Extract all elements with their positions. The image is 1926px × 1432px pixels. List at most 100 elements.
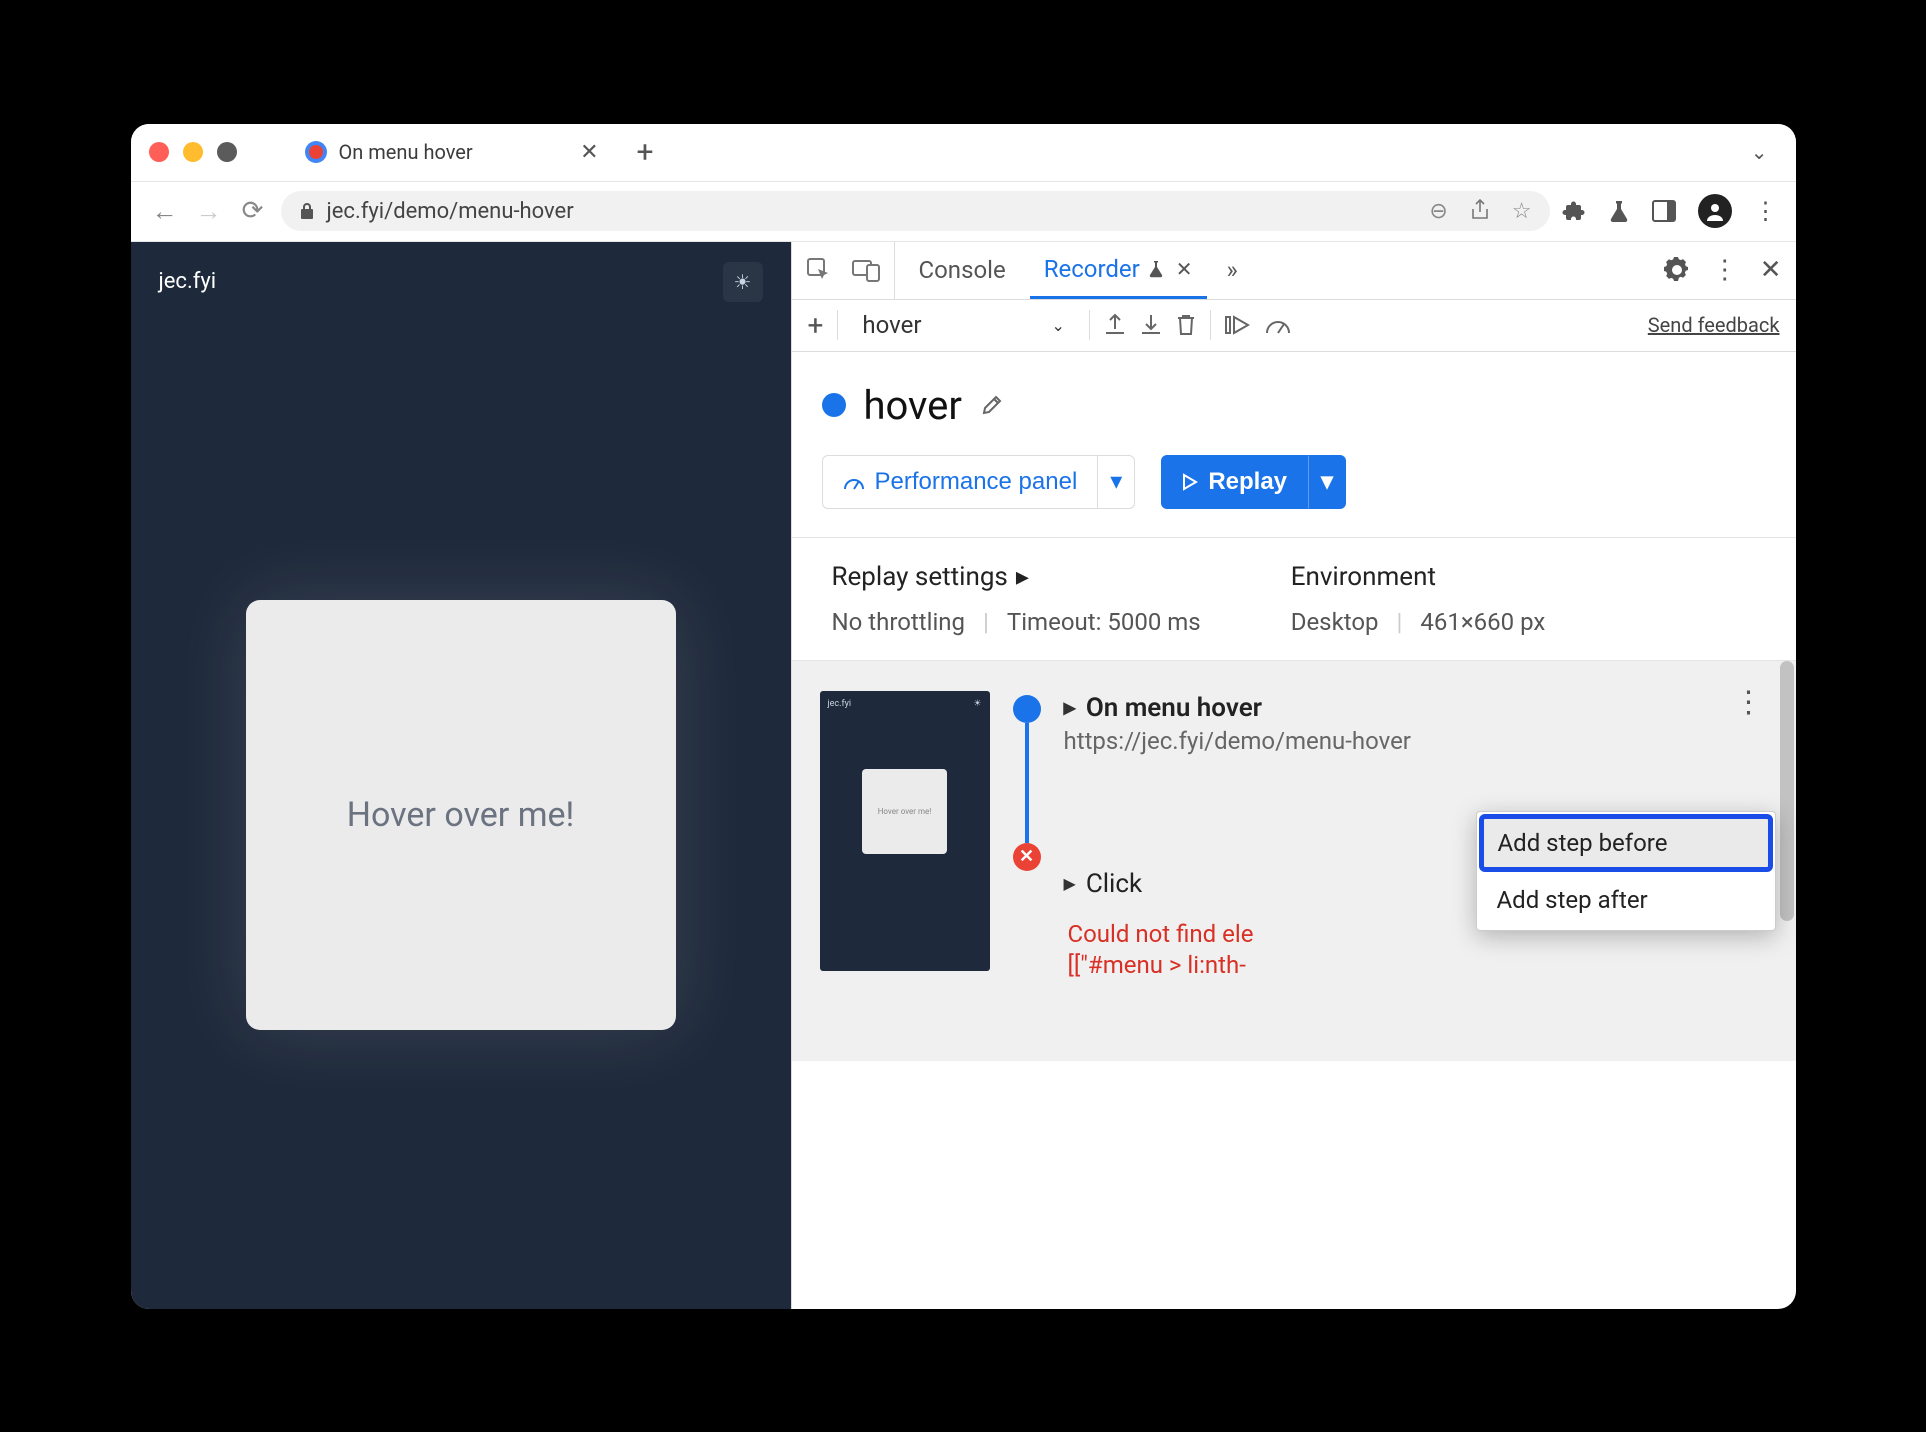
environment-values: Desktop | 461×660 px	[1291, 608, 1546, 636]
extensions-icon[interactable]	[1562, 199, 1586, 223]
labs-icon[interactable]	[1608, 199, 1630, 223]
replay-button-group: Replay ▾	[1161, 455, 1346, 509]
recording-status-dot	[822, 393, 846, 417]
slow-icon[interactable]	[1265, 315, 1291, 335]
browser-tab[interactable]: On menu hover ✕	[287, 130, 617, 174]
replay-settings-heading[interactable]: Replay settings ▸	[832, 562, 1201, 592]
tab-strip: On menu hover ✕ + ⌄	[131, 124, 1796, 182]
step-1: jec.fyi ☀ Hover over me! ✕	[792, 681, 1796, 991]
performance-panel-button[interactable]: Performance panel	[822, 455, 1099, 509]
replay-label: Replay	[1208, 468, 1287, 496]
minimize-window-icon[interactable]	[183, 142, 203, 162]
back-button[interactable]: ←	[149, 196, 181, 227]
theme-toggle-button[interactable]: ☀	[723, 262, 763, 302]
timeline: ✕	[1012, 691, 1042, 871]
throttling-value: No throttling	[832, 608, 966, 636]
profile-avatar[interactable]	[1698, 194, 1732, 228]
play-icon	[1182, 473, 1198, 491]
replay-dropdown[interactable]: ▾	[1308, 455, 1346, 509]
recorder-toolbar: + hover ⌄	[792, 300, 1796, 352]
action-buttons: Performance panel ▾ Replay ▾	[792, 455, 1796, 537]
recording-title-row: hover	[792, 352, 1796, 455]
error-line-1: Could not find ele	[1068, 920, 1254, 948]
timeline-dot	[1013, 695, 1041, 723]
more-tabs-icon[interactable]: »	[1217, 256, 1238, 284]
close-tab-icon[interactable]: ✕	[580, 140, 598, 165]
reload-button[interactable]: ⟳	[237, 196, 269, 226]
tabs-overflow-icon[interactable]: ⌄	[1751, 140, 1778, 164]
tab-recorder-label: Recorder	[1044, 255, 1140, 283]
thumb-card: Hover over me!	[862, 769, 947, 854]
performance-dropdown[interactable]: ▾	[1098, 455, 1135, 509]
close-window-icon[interactable]	[149, 142, 169, 162]
browser-toolbar-icons: ⋮	[1562, 194, 1778, 228]
step-2-title: Click	[1086, 869, 1142, 899]
step-1-title-row[interactable]: ▶ On menu hover	[1064, 693, 1730, 723]
url-text: jec.fyi/demo/menu-hover	[327, 199, 574, 224]
inspect-icon[interactable]	[806, 257, 832, 283]
step-thumbnail: jec.fyi ☀ Hover over me!	[820, 691, 990, 971]
browser-menu-icon[interactable]: ⋮	[1754, 197, 1778, 225]
close-devtools-icon[interactable]: ✕	[1760, 255, 1782, 285]
replay-button[interactable]: Replay	[1161, 455, 1308, 509]
expand-icon: ▶	[1064, 698, 1076, 717]
new-recording-button[interactable]: +	[808, 309, 824, 342]
dimensions-value: 461×660 px	[1420, 608, 1545, 636]
replay-settings-values: No throttling | Timeout: 5000 ms	[832, 608, 1201, 636]
divider: |	[983, 608, 989, 636]
recording-select-value: hover	[862, 311, 921, 339]
maximize-window-icon[interactable]	[217, 142, 237, 162]
menu-add-step-after[interactable]: Add step after	[1479, 872, 1773, 928]
chevron-down-icon: ⌄	[1051, 316, 1064, 335]
tab-recorder[interactable]: Recorder ✕	[1030, 242, 1207, 299]
tab-console[interactable]: Console	[905, 242, 1020, 299]
forward-button[interactable]: →	[193, 196, 225, 227]
card-text: Hover over me!	[347, 795, 575, 835]
window-controls	[149, 142, 237, 162]
share-icon[interactable]	[1470, 199, 1490, 224]
recorder-body: hover Performance panel ▾	[792, 352, 1796, 1309]
lock-icon	[299, 202, 315, 220]
chevron-right-icon: ▸	[1016, 562, 1029, 592]
thumb-site: jec.fyi	[828, 699, 852, 709]
edit-name-icon[interactable]	[980, 393, 1004, 417]
replay-settings-col: Replay settings ▸ No throttling | Timeou…	[832, 562, 1201, 636]
device-toggle-icon[interactable]	[852, 258, 880, 282]
delete-icon[interactable]	[1176, 313, 1196, 337]
timeline-line	[1025, 723, 1029, 843]
expand-icon: ▶	[1064, 874, 1076, 893]
devtools-menu-icon[interactable]: ⋮	[1712, 255, 1738, 285]
step-1-url: https://jec.fyi/demo/menu-hover	[1064, 727, 1730, 755]
step-icon[interactable]	[1225, 314, 1251, 336]
menu-add-step-before[interactable]: Add step before	[1479, 814, 1773, 872]
browser-window: On menu hover ✕ + ⌄ ← → ⟳ jec.fyi/demo/m…	[131, 124, 1796, 1309]
error-line-2: [["#menu > li:nth-	[1068, 951, 1246, 979]
environment-col: Environment Desktop | 461×660 px	[1291, 562, 1546, 636]
page-body: Hover over me!	[131, 322, 791, 1309]
divider	[1210, 310, 1211, 340]
settings-icon[interactable]	[1664, 257, 1690, 283]
content-area: jec.fyi ☀ Hover over me!	[131, 242, 1796, 1309]
step-info: ▶ On menu hover https://jec.fyi/demo/men…	[1064, 691, 1768, 981]
recording-select[interactable]: hover ⌄	[852, 311, 1074, 339]
new-tab-button[interactable]: +	[617, 135, 674, 170]
url-actions: ⊖ ☆	[1429, 199, 1531, 224]
close-tab-icon[interactable]: ✕	[1176, 257, 1193, 281]
favicon-icon	[305, 141, 327, 163]
export-icon[interactable]	[1104, 313, 1126, 337]
menu-add-after-label: Add step after	[1497, 886, 1648, 914]
environment-label: Environment	[1291, 562, 1436, 592]
step-1-menu-icon[interactable]: ⋮	[1730, 693, 1768, 713]
steps-list: jec.fyi ☀ Hover over me! ✕	[792, 661, 1796, 1061]
sidepanel-icon[interactable]	[1652, 200, 1676, 222]
device-value: Desktop	[1291, 608, 1379, 636]
divider	[1089, 310, 1090, 340]
url-bar[interactable]: jec.fyi/demo/menu-hover ⊖ ☆	[281, 191, 1550, 231]
star-icon[interactable]: ☆	[1512, 199, 1532, 224]
devtools-panel: Console Recorder ✕ » ⋮ ✕	[791, 242, 1796, 1309]
zoom-icon[interactable]: ⊖	[1429, 199, 1447, 224]
import-icon[interactable]	[1140, 313, 1162, 337]
send-feedback-link[interactable]: Send feedback	[1648, 313, 1780, 337]
hover-card[interactable]: Hover over me!	[246, 600, 676, 1030]
step-context-menu: Add step before Add step after	[1476, 811, 1776, 931]
